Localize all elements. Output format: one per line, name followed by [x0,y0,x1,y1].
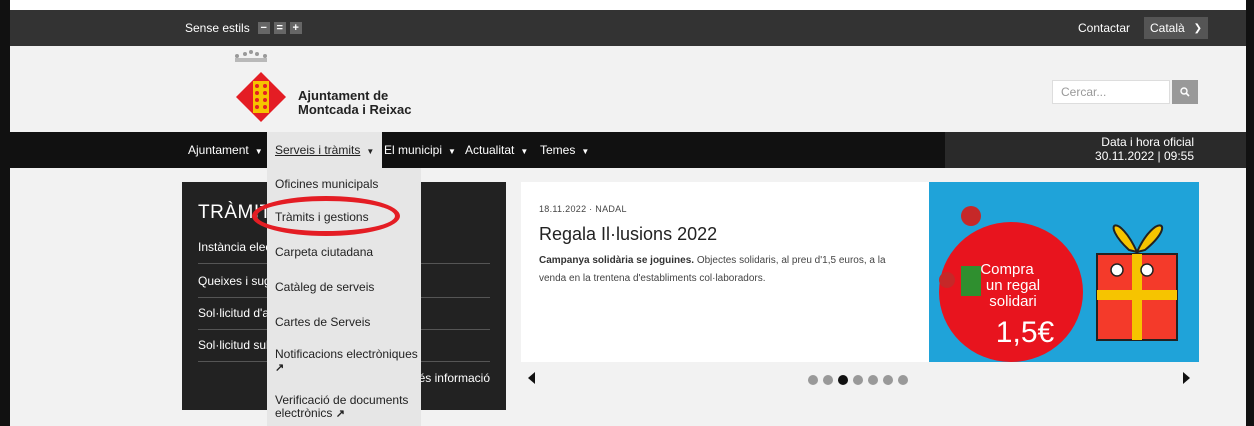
site-name-line1: Ajuntament de [298,88,389,103]
decrease-font-button[interactable]: − [257,22,270,34]
municipal-logo-icon[interactable] [236,72,286,122]
increase-font-button[interactable]: + [289,22,302,34]
highlight-annotation [252,196,400,236]
main-nav: Ajuntament ▼ Serveis i tràmits ▼ El munici… [10,132,1246,168]
nav-label: Actualitat [465,143,515,157]
carousel-dot[interactable] [868,375,878,385]
gift-illustration: Compra un regal solidari 1,5€ [929,182,1199,362]
carousel-dot[interactable] [823,375,833,385]
datetime-value: 30.11.2022 | 09:55 [1095,149,1194,163]
carousel-dot[interactable] [853,375,863,385]
nav-label: Temes [540,143,576,157]
carousel-prev-arrow-icon[interactable] [528,372,535,384]
carousel-dot[interactable] [808,375,818,385]
language-select[interactable]: Català ❯ [1144,17,1208,39]
style-controls: Sense estils − = + [185,21,302,35]
no-styles-link[interactable]: Sense estils [185,21,250,35]
search-input[interactable]: Cercar... [1052,80,1170,104]
promo-line-2: un regal [986,277,1040,294]
nav-item-ajuntament[interactable]: Ajuntament ▼ [188,143,263,157]
site-name[interactable]: Ajuntament de Montcada i Reixac [298,89,411,117]
promo-price: 1,5€ [996,316,1055,349]
crown-icon [235,50,267,62]
menu-item-oficines[interactable]: Oficines municipals [275,178,378,191]
nav-label: Serveis i tràmits [275,143,361,157]
contact-link[interactable]: Contactar [1078,21,1130,35]
slide-description: Campanya solidària se joguines. Objectes… [539,252,899,288]
promo-line-3: solidari [989,293,1037,310]
datetime-label: Data i hora oficial [1101,135,1194,149]
search-button[interactable] [1172,80,1198,104]
caret-down-icon: ▼ [366,147,375,156]
site-name-line2: Montcada i Reixac [298,102,412,117]
nav-item-municipi[interactable]: El municipi ▼ [384,143,456,157]
reset-font-button[interactable]: = [273,22,286,34]
chevron-down-icon: ❯ [1193,22,1202,34]
site-header: Ajuntament de Montcada i Reixac Cercar..… [10,46,1246,132]
menu-item-notificacions[interactable]: Notificacions electròniques ↗ [275,348,418,375]
caret-down-icon: ▼ [254,147,263,156]
menu-item-verificacio[interactable]: Verificació de documents electrònics ↗ [275,394,408,421]
news-slide[interactable]: 18.11.2022 · NADAL Regala Il·lusions 202… [521,182,1199,362]
nav-label: Ajuntament [188,143,249,157]
slide-title[interactable]: Regala Il·lusions 2022 [539,224,717,245]
carousel-next-arrow-icon[interactable] [1183,372,1190,384]
nav-item-actualitat[interactable]: Actualitat ▼ [465,143,528,157]
menu-item-label: Notificacions electròniques [275,347,418,361]
menu-item-label-2: electrònics [275,406,333,420]
nav-label: El municipi [384,143,443,157]
external-link-icon: ↗ [335,408,345,420]
carousel-dot[interactable] [883,375,893,385]
search-icon [1180,87,1190,97]
carousel-dot[interactable] [898,375,908,385]
slide-image: Compra un regal solidari 1,5€ [929,182,1199,362]
caret-down-icon: ▼ [520,147,529,156]
nav-item-serveis[interactable]: Serveis i tràmits ▼ [267,132,383,168]
menu-item-cataleg[interactable]: Catàleg de serveis [275,281,374,294]
menu-item-cartes[interactable]: Cartes de Serveis [275,316,370,329]
caret-down-icon: ▼ [581,147,590,156]
nav-item-temes[interactable]: Temes ▼ [540,143,589,157]
external-link-icon: ↗ [275,362,285,374]
promo-line-1: Compra [980,261,1034,278]
official-datetime: Data i hora oficial 30.11.2022 | 09:55 [945,132,1246,168]
slide-meta: 18.11.2022 · NADAL [539,204,627,214]
utility-bar: Sense estils − = + Contactar Català ❯ [10,10,1246,46]
carousel-dot[interactable] [838,375,848,385]
caret-down-icon: ▼ [448,147,456,156]
language-value: Català [1150,21,1185,35]
menu-item-carpeta[interactable]: Carpeta ciutadana [275,246,373,259]
carousel-dots [808,375,908,385]
slide-description-bold: Campanya solidària se joguines. [539,255,695,266]
